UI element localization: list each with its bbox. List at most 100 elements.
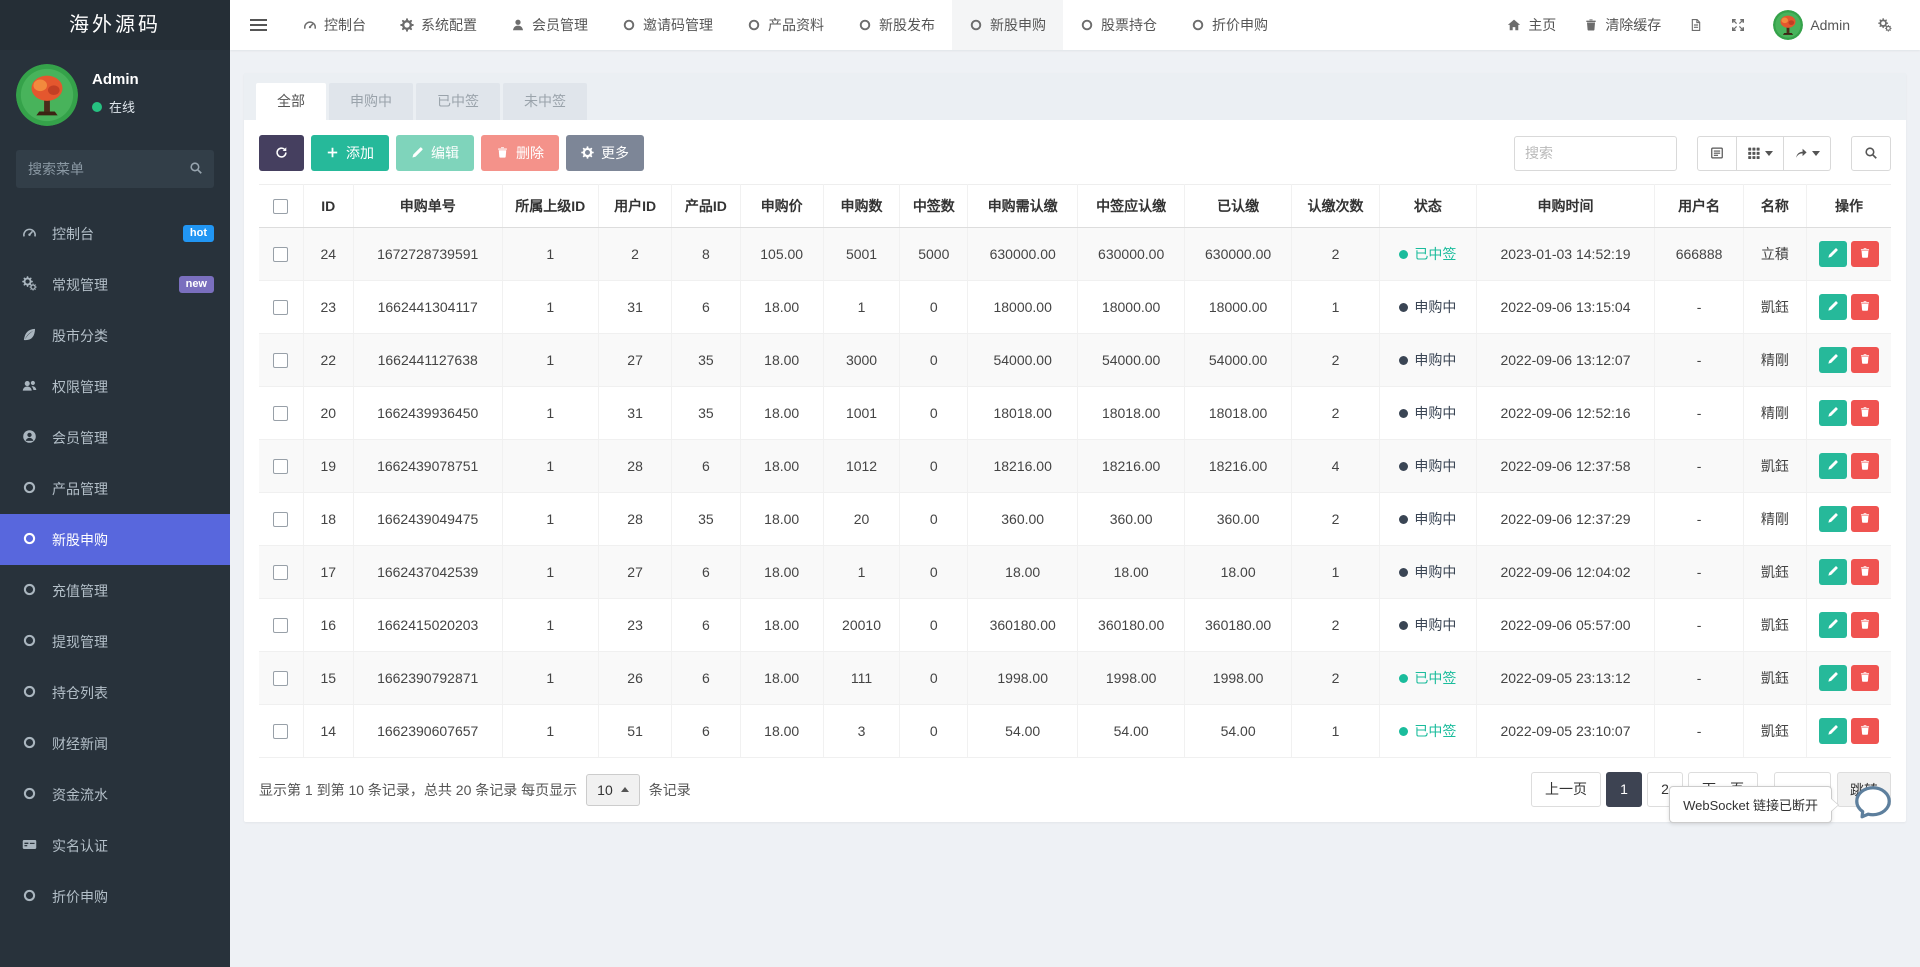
row-checkbox[interactable]	[273, 300, 288, 315]
row-delete-button[interactable]	[1851, 347, 1879, 373]
column-header-申购时间[interactable]: 申购时间	[1476, 185, 1655, 228]
tab-all[interactable]: 全部	[256, 83, 326, 120]
sidebar-item-dashboard[interactable]: 控制台hot	[0, 208, 230, 259]
column-header-申购数[interactable]: 申购数	[823, 185, 899, 228]
row-edit-button[interactable]	[1819, 612, 1847, 638]
pagination-page-1[interactable]: 1	[1606, 772, 1642, 807]
topnav-item-product-info[interactable]: 产品资料	[730, 0, 841, 50]
admin-dropdown[interactable]: Admin	[1759, 0, 1864, 50]
more-button[interactable]: 更多	[566, 135, 644, 171]
row-checkbox[interactable]	[273, 247, 288, 262]
sidebar-item-member[interactable]: 会员管理	[0, 412, 230, 463]
column-header-申购需认缴[interactable]: 申购需认缴	[968, 185, 1077, 228]
cell-申购需认缴: 360.00	[968, 493, 1077, 546]
tab-not-won[interactable]: 未中签	[503, 83, 587, 120]
columns-button[interactable]	[1737, 136, 1784, 171]
row-checkbox[interactable]	[273, 353, 288, 368]
page-size-select[interactable]: 10	[586, 774, 640, 806]
row-delete-button[interactable]	[1851, 718, 1879, 744]
sidebar-item-real-name[interactable]: 实名认证	[0, 820, 230, 871]
sidebar-item-permission[interactable]: 权限管理	[0, 361, 230, 412]
sidebar-item-label: 产品管理	[52, 479, 108, 499]
table-search-input[interactable]	[1514, 136, 1677, 171]
home-button[interactable]: 主页	[1493, 0, 1570, 50]
delete-button[interactable]: 删除	[481, 135, 559, 171]
sidebar-item-withdraw[interactable]: 提现管理	[0, 616, 230, 667]
row-checkbox[interactable]	[273, 565, 288, 580]
row-checkbox[interactable]	[273, 459, 288, 474]
row-delete-button[interactable]	[1851, 400, 1879, 426]
row-checkbox[interactable]	[273, 512, 288, 527]
column-header-名称[interactable]: 名称	[1743, 185, 1806, 228]
row-edit-button[interactable]	[1819, 506, 1847, 532]
topnav-item-invite-code[interactable]: 邀请码管理	[605, 0, 730, 50]
column-header-认缴次数[interactable]: 认缴次数	[1291, 185, 1379, 228]
select-all-checkbox[interactable]	[273, 199, 288, 214]
row-checkbox[interactable]	[273, 618, 288, 633]
topnav-item-new-stock-subscribe[interactable]: 新股申购	[952, 0, 1063, 50]
column-header-申购单号[interactable]: 申购单号	[353, 185, 502, 228]
row-edit-button[interactable]	[1819, 347, 1847, 373]
row-edit-button[interactable]	[1819, 294, 1847, 320]
topnav-item-stock-position[interactable]: 股票持仓	[1063, 0, 1174, 50]
row-delete-button[interactable]	[1851, 612, 1879, 638]
row-edit-button[interactable]	[1819, 665, 1847, 691]
row-checkbox[interactable]	[273, 406, 288, 421]
chat-launcher-button[interactable]	[1852, 782, 1894, 824]
sidebar-item-recharge[interactable]: 充值管理	[0, 565, 230, 616]
refresh-button[interactable]	[259, 135, 304, 171]
row-checkbox[interactable]	[273, 724, 288, 739]
row-delete-button[interactable]	[1851, 506, 1879, 532]
topnav-item-system-config[interactable]: 系统配置	[383, 0, 494, 50]
sidebar-item-general[interactable]: 常规管理new	[0, 259, 230, 310]
detail-view-button[interactable]	[1697, 136, 1737, 171]
tab-won[interactable]: 已中签	[416, 83, 500, 120]
row-edit-button[interactable]	[1819, 718, 1847, 744]
topnav-item-dashboard[interactable]: 控制台	[286, 0, 383, 50]
clear-cache-button[interactable]: 清除缓存	[1570, 0, 1675, 50]
row-delete-button[interactable]	[1851, 453, 1879, 479]
row-delete-button[interactable]	[1851, 559, 1879, 585]
sidebar-item-fund-flow[interactable]: 资金流水	[0, 769, 230, 820]
column-header-申购价[interactable]: 申购价	[740, 185, 823, 228]
column-header-用户名[interactable]: 用户名	[1655, 185, 1743, 228]
topnav-item-new-stock-publish[interactable]: 新股发布	[841, 0, 952, 50]
row-checkbox[interactable]	[273, 671, 288, 686]
sidebar-item-stock-category[interactable]: 股市分类	[0, 310, 230, 361]
sidebar-item-product[interactable]: 产品管理	[0, 463, 230, 514]
edit-button[interactable]: 编辑	[396, 135, 474, 171]
add-button[interactable]: 添加	[311, 135, 389, 171]
column-header-中签数[interactable]: 中签数	[900, 185, 968, 228]
row-edit-button[interactable]	[1819, 400, 1847, 426]
sidebar-item-position-list[interactable]: 持仓列表	[0, 667, 230, 718]
user-avatar[interactable]	[16, 64, 78, 126]
column-header-产品ID[interactable]: 产品ID	[672, 185, 740, 228]
row-delete-button[interactable]	[1851, 294, 1879, 320]
settings-button[interactable]	[1864, 0, 1906, 50]
search-toggle-button[interactable]	[1851, 136, 1891, 171]
sidebar-item-new-stock-subscribe[interactable]: 新股申购	[0, 514, 230, 565]
column-header-状态[interactable]: 状态	[1380, 185, 1476, 228]
column-header-操作[interactable]: 操作	[1807, 185, 1891, 228]
topnav-item-discount-subscribe[interactable]: 折价申购	[1174, 0, 1285, 50]
row-edit-button[interactable]	[1819, 453, 1847, 479]
row-delete-button[interactable]	[1851, 241, 1879, 267]
row-edit-button[interactable]	[1819, 559, 1847, 585]
sidebar-item-discount-subscribe[interactable]: 折价申购	[0, 871, 230, 922]
column-header-所属上级ID[interactable]: 所属上级ID	[502, 185, 598, 228]
menu-toggle-button[interactable]	[230, 0, 286, 50]
pagination-prev[interactable]: 上一页	[1531, 772, 1601, 807]
column-header-中签应认缴[interactable]: 中签应认缴	[1077, 185, 1184, 228]
column-header-已认缴[interactable]: 已认缴	[1185, 185, 1291, 228]
menu-search-input[interactable]	[16, 150, 214, 188]
column-header-用户ID[interactable]: 用户ID	[598, 185, 671, 228]
row-delete-button[interactable]	[1851, 665, 1879, 691]
export-button[interactable]	[1784, 136, 1831, 171]
fullscreen-button[interactable]	[1717, 0, 1759, 50]
column-header-ID[interactable]: ID	[303, 185, 353, 228]
row-edit-button[interactable]	[1819, 241, 1847, 267]
document-button[interactable]	[1675, 0, 1717, 50]
sidebar-item-finance-news[interactable]: 财经新闻	[0, 718, 230, 769]
tab-subscribing[interactable]: 申购中	[329, 83, 413, 120]
topnav-item-member[interactable]: 会员管理	[494, 0, 605, 50]
